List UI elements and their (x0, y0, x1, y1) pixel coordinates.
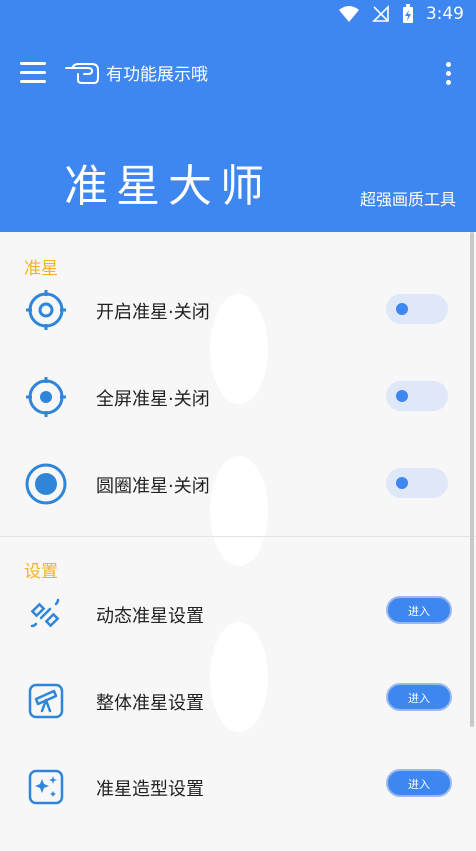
crosshair-row-fullscreen: 全屏准星·关闭 (0, 367, 476, 427)
more-dot (446, 80, 451, 85)
telescope-icon (28, 683, 64, 719)
enter-button[interactable]: 进入 (386, 683, 452, 711)
toggle-knob (396, 477, 408, 489)
header-title: 有功能展示哦 (106, 65, 208, 85)
menu-button[interactable] (20, 62, 46, 84)
settings-row-overall: 整体准星设置 进入 (0, 671, 476, 731)
section-divider (0, 536, 476, 537)
menu-line (20, 62, 46, 65)
status-bar: 3:49 (0, 0, 476, 30)
status-time: 3:49 (425, 4, 464, 24)
status-icons: 3:49 (338, 4, 464, 24)
more-options-button[interactable] (444, 60, 452, 86)
settings-label: 整体准星设置 (96, 693, 204, 714)
settings-label: 准星造型设置 (96, 779, 204, 800)
more-dot (446, 71, 451, 76)
crosshair-toggle[interactable] (386, 381, 448, 411)
scrollbar[interactable] (470, 232, 474, 727)
settings-row-style: 准星造型设置 进入 (0, 757, 476, 817)
crosshair-row-open: 开启准星·关闭 (0, 280, 476, 340)
circle-dot-icon (25, 463, 67, 505)
battery-charging-icon (402, 4, 413, 23)
app-header: 有功能展示哦 准星大师 超强画质工具 (0, 30, 476, 232)
crosshair-toggle[interactable] (386, 294, 448, 324)
enter-button[interactable]: 进入 (386, 769, 452, 797)
wifi-icon (338, 6, 359, 22)
menu-line (20, 80, 46, 83)
settings-row-dynamic: 动态准星设置 进入 (0, 584, 476, 644)
sparkle-icon (28, 769, 64, 805)
section-title-crosshair: 准星 (24, 259, 58, 279)
crosshair-toggle[interactable] (386, 468, 448, 498)
brand-title: 准星大师 (64, 161, 272, 212)
crosshair-label: 圆圈准星·关闭 (96, 476, 210, 497)
crosshair-row-circle: 圆圈准星·关闭 (0, 454, 476, 514)
crosshair-label: 全屏准星·关闭 (96, 389, 210, 410)
crosshair-label: 开启准星·关闭 (96, 302, 210, 323)
brand-subtitle: 超强画质工具 (359, 190, 456, 209)
crosshair-filled-icon (26, 377, 66, 417)
no-signal-icon (371, 5, 389, 22)
section-title-settings: 设置 (24, 562, 58, 582)
settings-label: 动态准星设置 (96, 606, 204, 627)
enter-button[interactable]: 进入 (386, 596, 452, 624)
pointing-hand-icon (65, 63, 99, 84)
more-dot (446, 62, 451, 67)
toggle-knob (396, 390, 408, 402)
toggle-knob (396, 303, 408, 315)
satellite-icon (30, 598, 60, 628)
menu-line (20, 71, 46, 74)
crosshair-ring-icon (26, 290, 66, 330)
